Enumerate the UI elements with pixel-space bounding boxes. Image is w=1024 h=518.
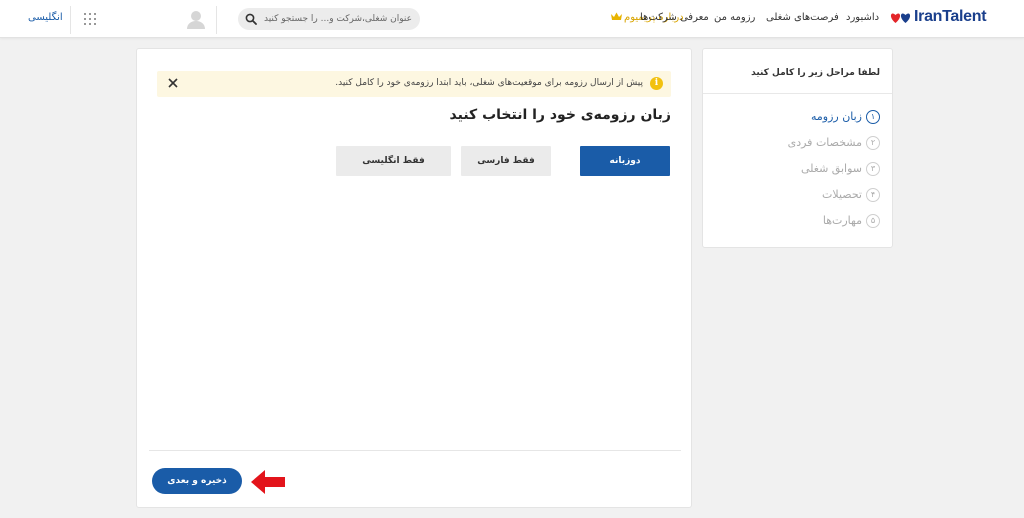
step-number: ١ — [866, 109, 880, 124]
step-number: ٢ — [866, 135, 880, 150]
logo-mark-icon — [890, 13, 911, 23]
step-label: سوابق شغلی — [800, 162, 862, 175]
incomplete-resume-alert: پیش از ارسال رزومه برای موقعیت‌های شغلی،… — [157, 71, 671, 97]
info-icon: i — [650, 77, 663, 90]
steps-title: لطفا مراحل زیر را کامل کنید — [751, 68, 880, 78]
avatar-icon[interactable] — [185, 8, 207, 30]
nav-dashboard[interactable]: داشبورد — [846, 12, 879, 23]
nav-my-resume[interactable]: رزومه من — [714, 12, 755, 23]
divider — [216, 6, 217, 34]
search-icon[interactable] — [245, 13, 257, 25]
step-resume-language[interactable]: ١ زبان رزومه — [810, 106, 880, 124]
apps-grid-icon[interactable] — [84, 13, 96, 25]
arrow-left-icon — [251, 470, 285, 494]
divider — [703, 93, 892, 94]
alert-message: پیش از ارسال رزومه برای موقعیت‌های شغلی،… — [335, 78, 643, 88]
resume-language-card: پیش از ارسال رزومه برای موقعیت‌های شغلی،… — [136, 48, 692, 508]
option-bilingual[interactable]: دوزبانه — [580, 146, 670, 176]
top-header: انگلیسی درباره پریمیوم معرفی شرکت‌ها رزو… — [0, 0, 1024, 38]
crown-icon — [611, 12, 622, 20]
step-number: ۴ — [866, 187, 880, 202]
step-label: تحصیلات — [822, 188, 862, 201]
step-number: ۵ — [866, 213, 880, 228]
step-education[interactable]: ۴ تحصیلات — [822, 184, 880, 202]
step-skills[interactable]: ۵ مهارت‌ها — [822, 210, 880, 228]
logo-text: IranTalent — [914, 8, 987, 25]
step-work-experience[interactable]: ٣ سوابق شغلی — [800, 158, 880, 176]
progress-steps-card: لطفا مراحل زیر را کامل کنید ١زبان رزومه … — [702, 48, 893, 248]
step-label: زبان رزومه — [810, 110, 862, 123]
nav-jobs[interactable]: فرصت‌های شغلی — [766, 12, 839, 23]
step-label: مشخصات فردی — [787, 136, 862, 149]
step-number: ٣ — [866, 161, 880, 176]
divider — [70, 6, 71, 34]
option-english-only[interactable]: فقط انگلیسی — [336, 146, 451, 176]
divider — [149, 450, 681, 451]
step-label: مهارت‌ها — [822, 214, 862, 227]
page-title: زبان رزومه‌ی خود را انتخاب کنید — [449, 107, 671, 123]
search-box — [238, 8, 420, 30]
language-switch-link[interactable]: انگلیسی — [28, 12, 63, 23]
search-input[interactable] — [260, 8, 412, 30]
nav-companies[interactable]: معرفی شرکت‌ها — [640, 12, 709, 23]
close-icon[interactable] — [167, 77, 179, 89]
save-and-next-button[interactable]: ذخیره و بعدی — [152, 468, 242, 494]
step-personal-info[interactable]: ٢ مشخصات فردی — [787, 132, 880, 150]
irantalent-logo[interactable]: IranTalent — [890, 8, 1000, 30]
option-persian-only[interactable]: فقط فارسی — [461, 146, 551, 176]
